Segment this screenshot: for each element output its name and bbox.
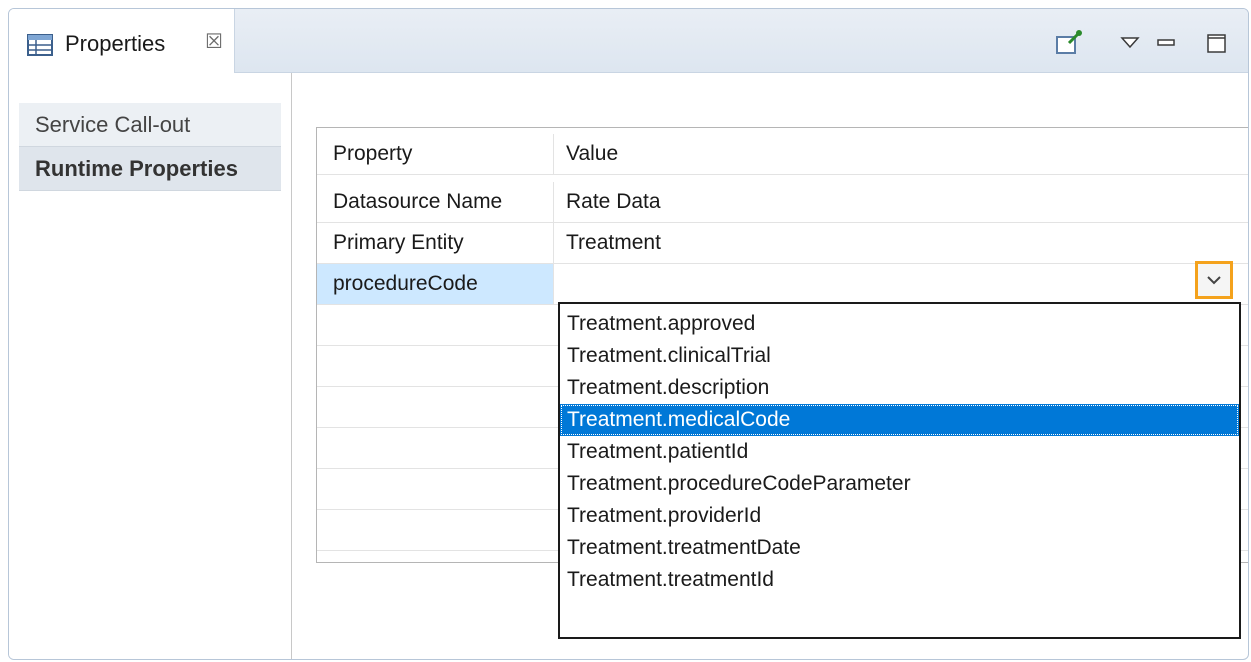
property-value[interactable]: Rate Data: [553, 182, 1248, 222]
dropdown-option[interactable]: Treatment.procedureCodeParameter: [560, 468, 1239, 500]
close-icon[interactable]: ☒: [205, 31, 223, 53]
view-titlebar: Properties ☒: [9, 9, 1248, 73]
table-row-selected[interactable]: procedureCode: [317, 264, 1248, 305]
column-header-property[interactable]: Property: [317, 134, 553, 174]
table-header-row: Property Value: [317, 134, 1248, 175]
property-name: Datasource Name: [333, 190, 503, 213]
dropdown-option[interactable]: Treatment.patientId: [560, 436, 1239, 468]
tabbed-property-nav: Service Call-out Runtime Properties: [9, 73, 292, 659]
dropdown-option[interactable]: Treatment.description: [560, 372, 1239, 404]
maximize-icon[interactable]: [1205, 29, 1229, 57]
property-name: Primary Entity: [333, 231, 464, 254]
dropdown-option[interactable]: Treatment.treatmentDate: [560, 532, 1239, 564]
dropdown-option[interactable]: Treatment.clinicalTrial: [560, 340, 1239, 372]
table-row[interactable]: Primary Entity Treatment: [317, 223, 1248, 264]
property-value-combo[interactable]: [553, 264, 1248, 304]
nav-item-service-call-out[interactable]: Service Call-out: [19, 103, 281, 147]
nav-item-runtime-properties[interactable]: Runtime Properties: [19, 147, 281, 191]
property-name: procedureCode: [317, 264, 553, 304]
view-menu-icon[interactable]: [1119, 29, 1141, 57]
property-value[interactable]: Treatment: [553, 223, 1248, 263]
value-dropdown-list: Treatment.approved Treatment.clinicalTri…: [558, 302, 1241, 639]
tab-properties[interactable]: Properties ☒: [9, 9, 235, 73]
table-icon: [27, 34, 53, 56]
dropdown-option[interactable]: Treatment.approved: [560, 308, 1239, 340]
tab-label: Properties: [65, 31, 166, 56]
dropdown-option[interactable]: Treatment.providerId: [560, 500, 1239, 532]
dropdown-option[interactable]: Treatment.treatmentId: [560, 564, 1239, 596]
dropdown-option-selected[interactable]: Treatment.medicalCode: [560, 404, 1239, 436]
properties-view: Properties ☒ Service Call-out Runtime Pr…: [8, 8, 1249, 660]
chevron-down-icon: [1207, 276, 1221, 285]
pin-icon[interactable]: [1051, 29, 1085, 57]
column-header-value[interactable]: Value: [553, 134, 1248, 174]
minimize-icon[interactable]: [1155, 29, 1177, 57]
dropdown-toggle-button[interactable]: [1195, 261, 1233, 299]
table-row[interactable]: Datasource Name Rate Data: [317, 182, 1248, 223]
